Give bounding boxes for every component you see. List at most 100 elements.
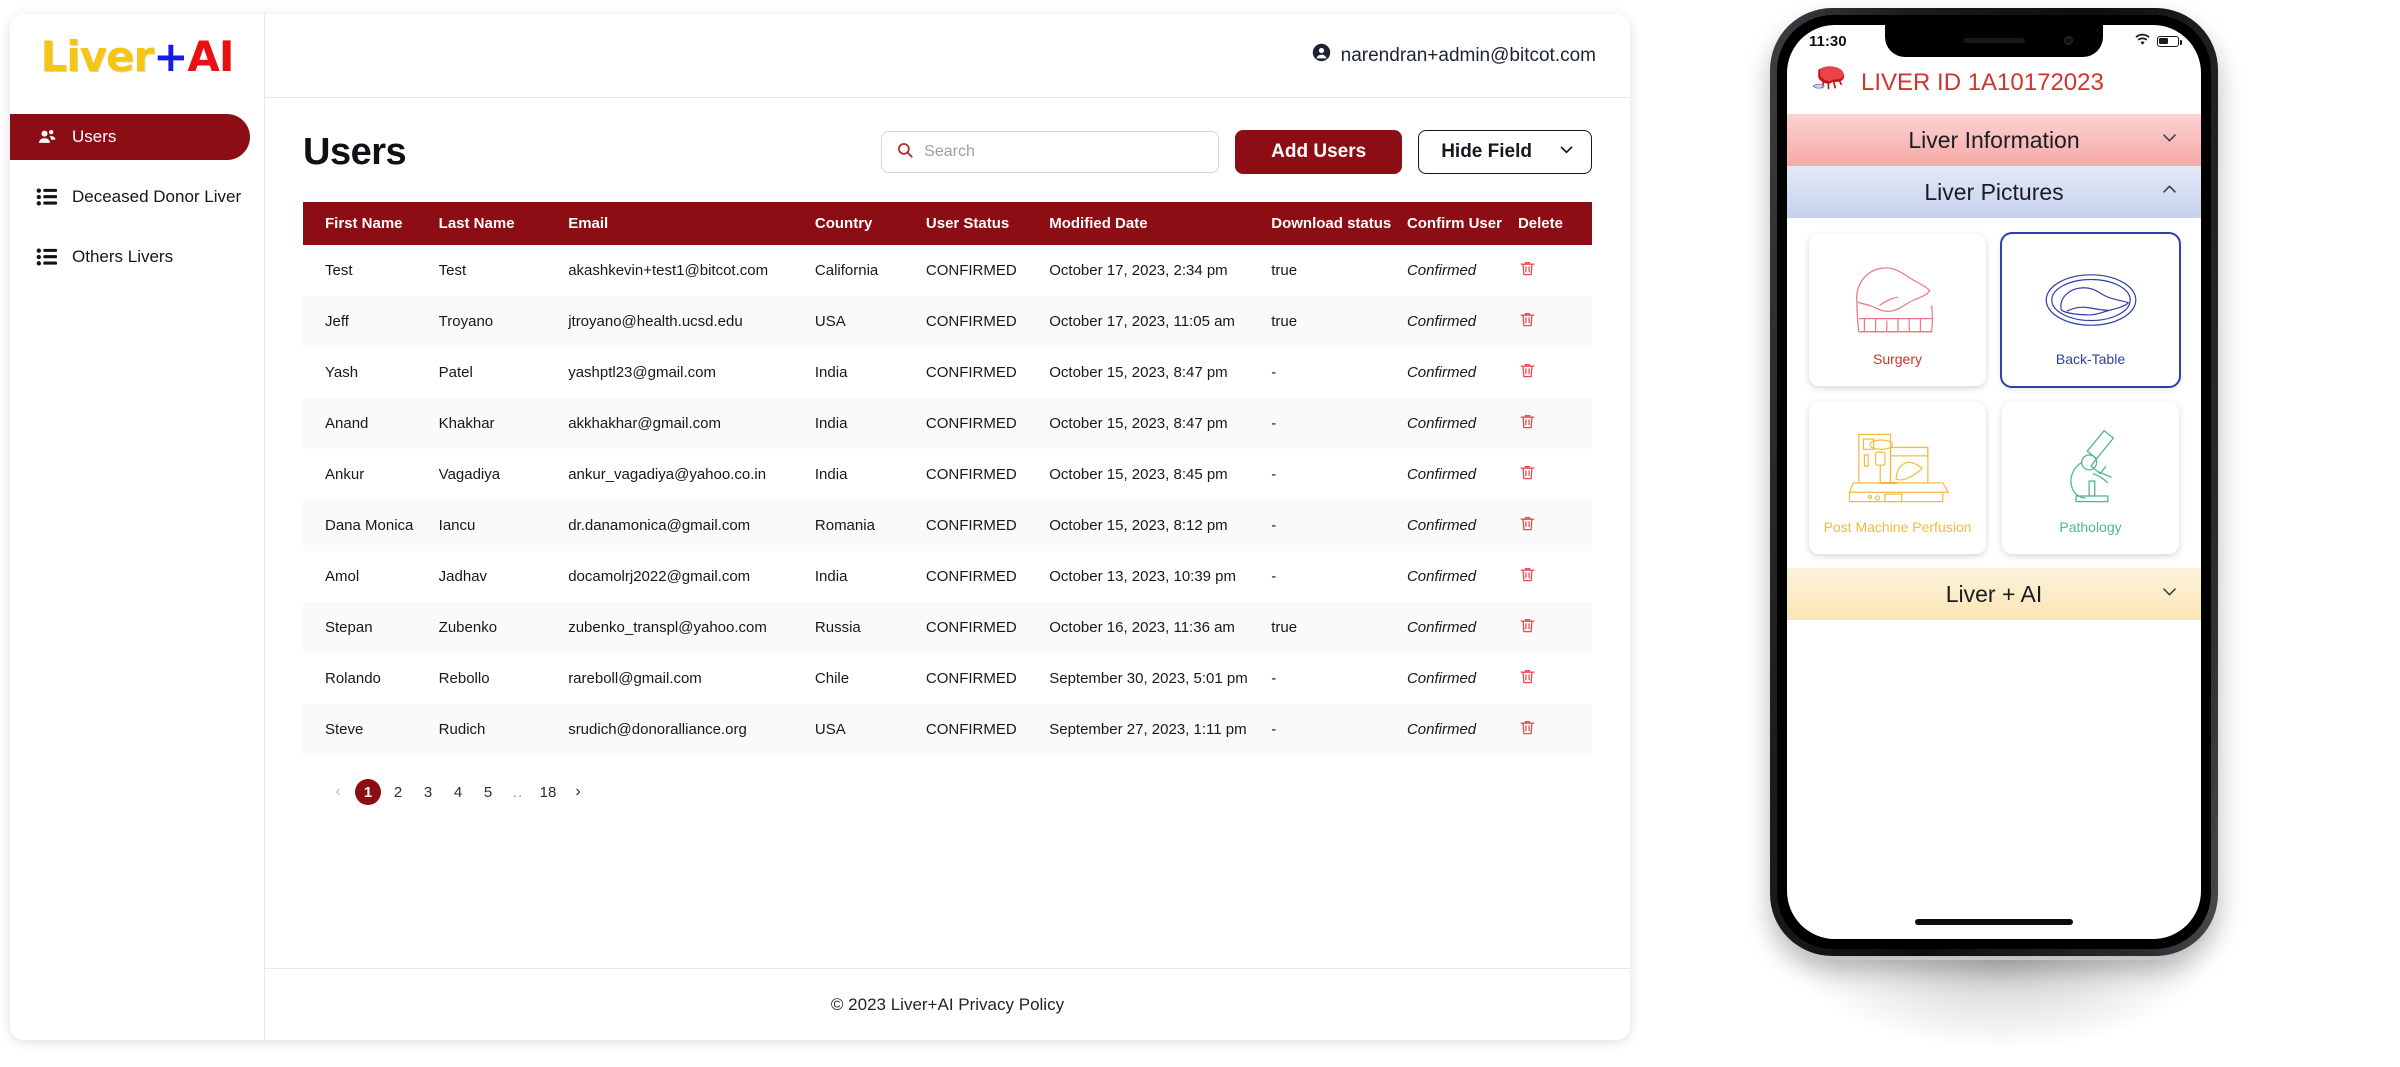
cell-download-status: true: [1271, 296, 1407, 347]
cell-last-name: Zubenko: [439, 602, 569, 653]
pagination-page-2[interactable]: 2: [385, 779, 411, 805]
table-row: Dana MonicaIancudr.danamonica@gmail.comR…: [303, 500, 1592, 551]
account-menu[interactable]: narendran+admin@bitcot.com: [1312, 43, 1596, 68]
logo-text-plus: +: [153, 32, 187, 81]
trash-icon[interactable]: [1518, 517, 1537, 538]
status-time: 11:30: [1809, 33, 1847, 50]
phone-body: 11:30: [1770, 8, 2218, 956]
trash-icon[interactable]: [1518, 364, 1537, 385]
trash-icon[interactable]: [1518, 721, 1537, 742]
sidebar-item-others-livers[interactable]: Others Livers: [10, 234, 250, 280]
cell-download-status: true: [1271, 602, 1407, 653]
cell-delete: [1518, 551, 1592, 602]
pagination-page-1[interactable]: 1: [355, 779, 381, 805]
chevron-down-icon: [2160, 582, 2179, 607]
cell-confirm-user: Confirmed: [1407, 449, 1518, 500]
pagination: ‹12345..18›: [303, 755, 1592, 805]
cell-last-name: Jadhav: [439, 551, 569, 602]
cell-modified-date: October 15, 2023, 8:45 pm: [1049, 449, 1271, 500]
cell-modified-date: October 16, 2023, 11:36 am: [1049, 602, 1271, 653]
screenshot-root: Liver+AI Users Deceased Donor Liver: [0, 0, 2400, 1067]
sidebar-item-label: Deceased Donor Liver: [72, 187, 241, 207]
trash-icon[interactable]: [1518, 568, 1537, 589]
picture-card-back-table[interactable]: Back-Table: [2002, 234, 2179, 386]
picture-card-post-machine-perfusion[interactable]: Post Machine Perfusion: [1809, 402, 1986, 554]
cell-modified-date: October 15, 2023, 8:47 pm: [1049, 347, 1271, 398]
cell-delete: [1518, 602, 1592, 653]
phone-bezel: 11:30: [1777, 15, 2211, 949]
trash-icon[interactable]: [1518, 466, 1537, 487]
cell-last-name: Rebollo: [439, 653, 569, 704]
home-indicator[interactable]: [1915, 919, 2073, 925]
app-footer: © 2023 Liver+AI Privacy Policy: [265, 968, 1630, 1040]
cell-download-status: true: [1271, 245, 1407, 296]
cell-modified-date: October 15, 2023, 8:47 pm: [1049, 398, 1271, 449]
cell-last-name: Test: [439, 245, 569, 296]
picture-card-surgery[interactable]: Surgery: [1809, 234, 1986, 386]
search-input[interactable]: [924, 143, 1204, 161]
cell-user-status: CONFIRMED: [926, 500, 1049, 551]
page-title: Users: [303, 131, 406, 174]
search-box[interactable]: [881, 131, 1219, 173]
picture-card-label: Pathology: [2059, 519, 2121, 535]
cell-country: Russia: [815, 602, 926, 653]
cell-confirm-user: Confirmed: [1407, 296, 1518, 347]
picture-card-pathology[interactable]: Pathology: [2002, 402, 2179, 554]
sidebar-item-users[interactable]: Users: [10, 114, 250, 160]
cell-first-name: Dana Monica: [303, 500, 439, 551]
trash-icon[interactable]: [1518, 313, 1537, 334]
table-row: YashPatelyashptl23@gmail.comIndiaCONFIRM…: [303, 347, 1592, 398]
microscope-icon: [2035, 421, 2147, 515]
cell-confirm-user: Confirmed: [1407, 602, 1518, 653]
phone-shadow: [1782, 960, 2222, 1056]
cell-confirm-user: Confirmed: [1407, 653, 1518, 704]
main-area: narendran+admin@bitcot.com Users Add Use…: [265, 14, 1630, 1040]
pagination-page-18[interactable]: 18: [535, 779, 561, 805]
topbar: narendran+admin@bitcot.com: [265, 14, 1630, 98]
sidebar: Liver+AI Users Deceased Donor Liver: [10, 14, 265, 1040]
cell-confirm-user: Confirmed: [1407, 551, 1518, 602]
sidebar-item-deceased-donor-liver[interactable]: Deceased Donor Liver: [10, 174, 250, 220]
cell-delete: [1518, 704, 1592, 755]
phone-mockup: 11:30: [1760, 8, 2240, 1048]
pagination-page-5[interactable]: 5: [475, 779, 501, 805]
column-header-country: Country: [815, 202, 926, 245]
cell-confirm-user: Confirmed: [1407, 398, 1518, 449]
add-users-button[interactable]: Add Users: [1235, 130, 1402, 174]
battery-icon: [2157, 36, 2179, 47]
trash-icon[interactable]: [1518, 670, 1537, 691]
cell-first-name: Stepan: [303, 602, 439, 653]
cell-country: Romania: [815, 500, 926, 551]
cell-country: USA: [815, 296, 926, 347]
cell-download-status: -: [1271, 449, 1407, 500]
hide-field-dropdown[interactable]: Hide Field: [1418, 130, 1592, 174]
logo-text-ai: AI: [187, 32, 233, 81]
cell-confirm-user: Confirmed: [1407, 704, 1518, 755]
pagination-page-3[interactable]: 3: [415, 779, 441, 805]
phone-section-liver-pictures[interactable]: Liver Pictures: [1787, 166, 2201, 218]
cell-last-name: Khakhar: [439, 398, 569, 449]
sidebar-item-label: Users: [72, 127, 116, 147]
chevron-down-icon: [1558, 141, 1575, 164]
cell-email: dr.danamonica@gmail.com: [568, 500, 815, 551]
phone-section-liver-information[interactable]: Liver Information: [1787, 114, 2201, 166]
trash-icon[interactable]: [1518, 619, 1537, 640]
trash-icon[interactable]: [1518, 415, 1537, 436]
table-row: AnkurVagadiyaankur_vagadiya@yahoo.co.inI…: [303, 449, 1592, 500]
cell-email: zubenko_transpl@yahoo.com: [568, 602, 815, 653]
cell-email: ankur_vagadiya@yahoo.co.in: [568, 449, 815, 500]
pagination-next-button[interactable]: ›: [565, 779, 591, 805]
table-row: SteveRudichsrudich@donoralliance.orgUSAC…: [303, 704, 1592, 755]
pagination-page-4[interactable]: 4: [445, 779, 471, 805]
cell-download-status: -: [1271, 704, 1407, 755]
pagination-prev-button[interactable]: ‹: [325, 779, 351, 805]
trash-icon[interactable]: [1518, 262, 1537, 283]
cell-first-name: Jeff: [303, 296, 439, 347]
cell-confirm-user: Confirmed: [1407, 500, 1518, 551]
cell-user-status: CONFIRMED: [926, 449, 1049, 500]
picture-card-label: Surgery: [1873, 351, 1922, 367]
hide-field-label: Hide Field: [1441, 141, 1532, 163]
phone-section-liver-ai[interactable]: Liver + AI: [1787, 568, 2201, 620]
search-icon: [896, 141, 914, 164]
pagination-ellipsis: ..: [505, 779, 531, 805]
